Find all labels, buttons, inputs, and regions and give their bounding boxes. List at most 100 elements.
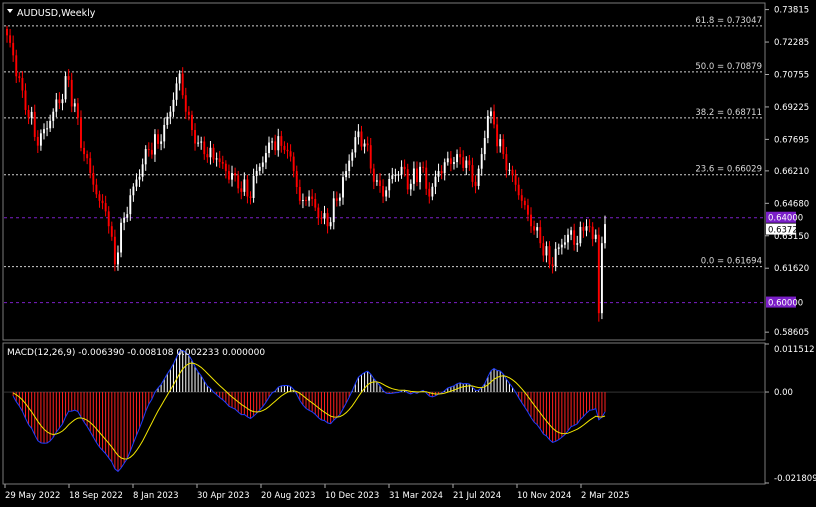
candle-body[interactable] <box>107 211 110 227</box>
candle-body[interactable] <box>579 226 582 244</box>
candle-body[interactable] <box>274 141 277 151</box>
candle-body[interactable] <box>505 154 508 171</box>
candle-body[interactable] <box>157 134 159 144</box>
candle-body[interactable] <box>483 138 486 155</box>
candle-body[interactable] <box>554 248 557 267</box>
candle-body[interactable] <box>49 120 52 129</box>
candle-body[interactable] <box>110 226 113 237</box>
price-panel[interactable]: 61.8 = 0.73047 50.0 = 0.70879 38.2 = 0.687… <box>4 16 764 322</box>
candle-body[interactable] <box>354 137 357 153</box>
candle-body[interactable] <box>33 111 36 137</box>
candle-body[interactable] <box>246 179 249 197</box>
candle-body[interactable] <box>240 188 243 192</box>
candle-body[interactable] <box>132 186 135 196</box>
candle-body[interactable] <box>36 136 39 146</box>
candle-body[interactable] <box>150 149 153 155</box>
candle-body[interactable] <box>335 198 338 201</box>
candle-body[interactable] <box>163 124 166 142</box>
candle-body[interactable] <box>135 179 138 187</box>
candle-body[interactable] <box>67 76 70 80</box>
candle-body[interactable] <box>536 227 539 231</box>
candle-body[interactable] <box>385 190 388 197</box>
candle-body[interactable] <box>221 161 224 164</box>
candle-body[interactable] <box>600 243 603 314</box>
candle-body[interactable] <box>64 76 67 100</box>
candle-body[interactable] <box>338 197 341 201</box>
candle-body[interactable] <box>406 169 409 190</box>
candle-body[interactable] <box>286 149 289 152</box>
candle-body[interactable] <box>27 109 30 118</box>
candle-body[interactable] <box>215 158 218 160</box>
candle-body[interactable] <box>30 111 33 118</box>
candle-body[interactable] <box>403 166 406 170</box>
candle-body[interactable] <box>258 166 261 171</box>
candle-body[interactable] <box>181 73 184 96</box>
candle-body[interactable] <box>160 141 163 144</box>
candle-body[interactable] <box>305 199 307 201</box>
candle-body[interactable] <box>298 186 301 201</box>
candle-body[interactable] <box>283 145 286 150</box>
candle-body[interactable] <box>585 226 588 231</box>
menu-triangle-icon[interactable] <box>7 9 13 13</box>
candle-body[interactable] <box>329 222 332 227</box>
candle-body[interactable] <box>443 162 446 174</box>
candle-body[interactable] <box>542 243 545 256</box>
candle-body[interactable] <box>576 243 579 245</box>
candle-body[interactable] <box>197 142 200 144</box>
candle-body[interactable] <box>573 230 576 245</box>
candle-body[interactable] <box>449 158 452 164</box>
candle-body[interactable] <box>154 134 156 155</box>
candle-body[interactable] <box>268 142 270 154</box>
candle-body[interactable] <box>190 114 193 131</box>
candle-body[interactable] <box>323 213 326 219</box>
candle-body[interactable] <box>496 124 499 147</box>
candle-body[interactable] <box>292 156 295 172</box>
candle-body[interactable] <box>218 158 221 162</box>
candle-body[interactable] <box>477 168 480 186</box>
candle-body[interactable] <box>345 171 348 178</box>
candle-body[interactable] <box>95 184 98 195</box>
candle-body[interactable] <box>317 207 320 218</box>
candle-body[interactable] <box>594 234 597 239</box>
candle-body[interactable] <box>489 111 492 116</box>
candle-body[interactable] <box>412 168 415 184</box>
candle-body[interactable] <box>440 171 443 174</box>
candle-body[interactable] <box>351 152 354 161</box>
candle-body[interactable] <box>533 226 536 231</box>
candle-body[interactable] <box>237 175 240 189</box>
candle-body[interactable] <box>375 180 378 182</box>
candle-body[interactable] <box>557 247 560 249</box>
candle-body[interactable] <box>453 162 455 164</box>
candle-body[interactable] <box>591 226 594 239</box>
candle-body[interactable] <box>92 172 95 185</box>
candle-body[interactable] <box>539 227 542 244</box>
candle-body[interactable] <box>459 154 462 158</box>
candle-body[interactable] <box>6 29 8 36</box>
candle-body[interactable] <box>422 166 425 168</box>
candle-body[interactable] <box>141 164 144 177</box>
macd-panel[interactable] <box>4 349 764 473</box>
candle-body[interactable] <box>499 139 502 147</box>
candle-body[interactable] <box>308 196 311 201</box>
candle-body[interactable] <box>342 177 344 198</box>
candle-body[interactable] <box>101 200 104 204</box>
candle-body[interactable] <box>138 176 141 180</box>
candle-body[interactable] <box>388 179 391 191</box>
candle-body[interactable] <box>83 147 86 155</box>
candle-body[interactable] <box>104 203 107 212</box>
candle-body[interactable] <box>588 226 591 228</box>
chart-canvas[interactable]: 61.8 = 0.73047 50.0 = 0.70879 38.2 = 0.687… <box>0 0 816 503</box>
candle-body[interactable] <box>379 180 381 187</box>
candle-body[interactable] <box>597 234 600 314</box>
candle-body[interactable] <box>391 175 394 180</box>
candle-body[interactable] <box>18 76 21 79</box>
candle-body[interactable] <box>419 166 422 183</box>
candle-body[interactable] <box>252 175 255 198</box>
candle-body[interactable] <box>249 196 252 198</box>
candle-body[interactable] <box>89 158 92 173</box>
candle-body[interactable] <box>194 130 196 144</box>
candle-body[interactable] <box>369 145 372 169</box>
candle-body[interactable] <box>120 222 123 253</box>
candle-body[interactable] <box>428 188 431 197</box>
candle-body[interactable] <box>184 95 187 112</box>
